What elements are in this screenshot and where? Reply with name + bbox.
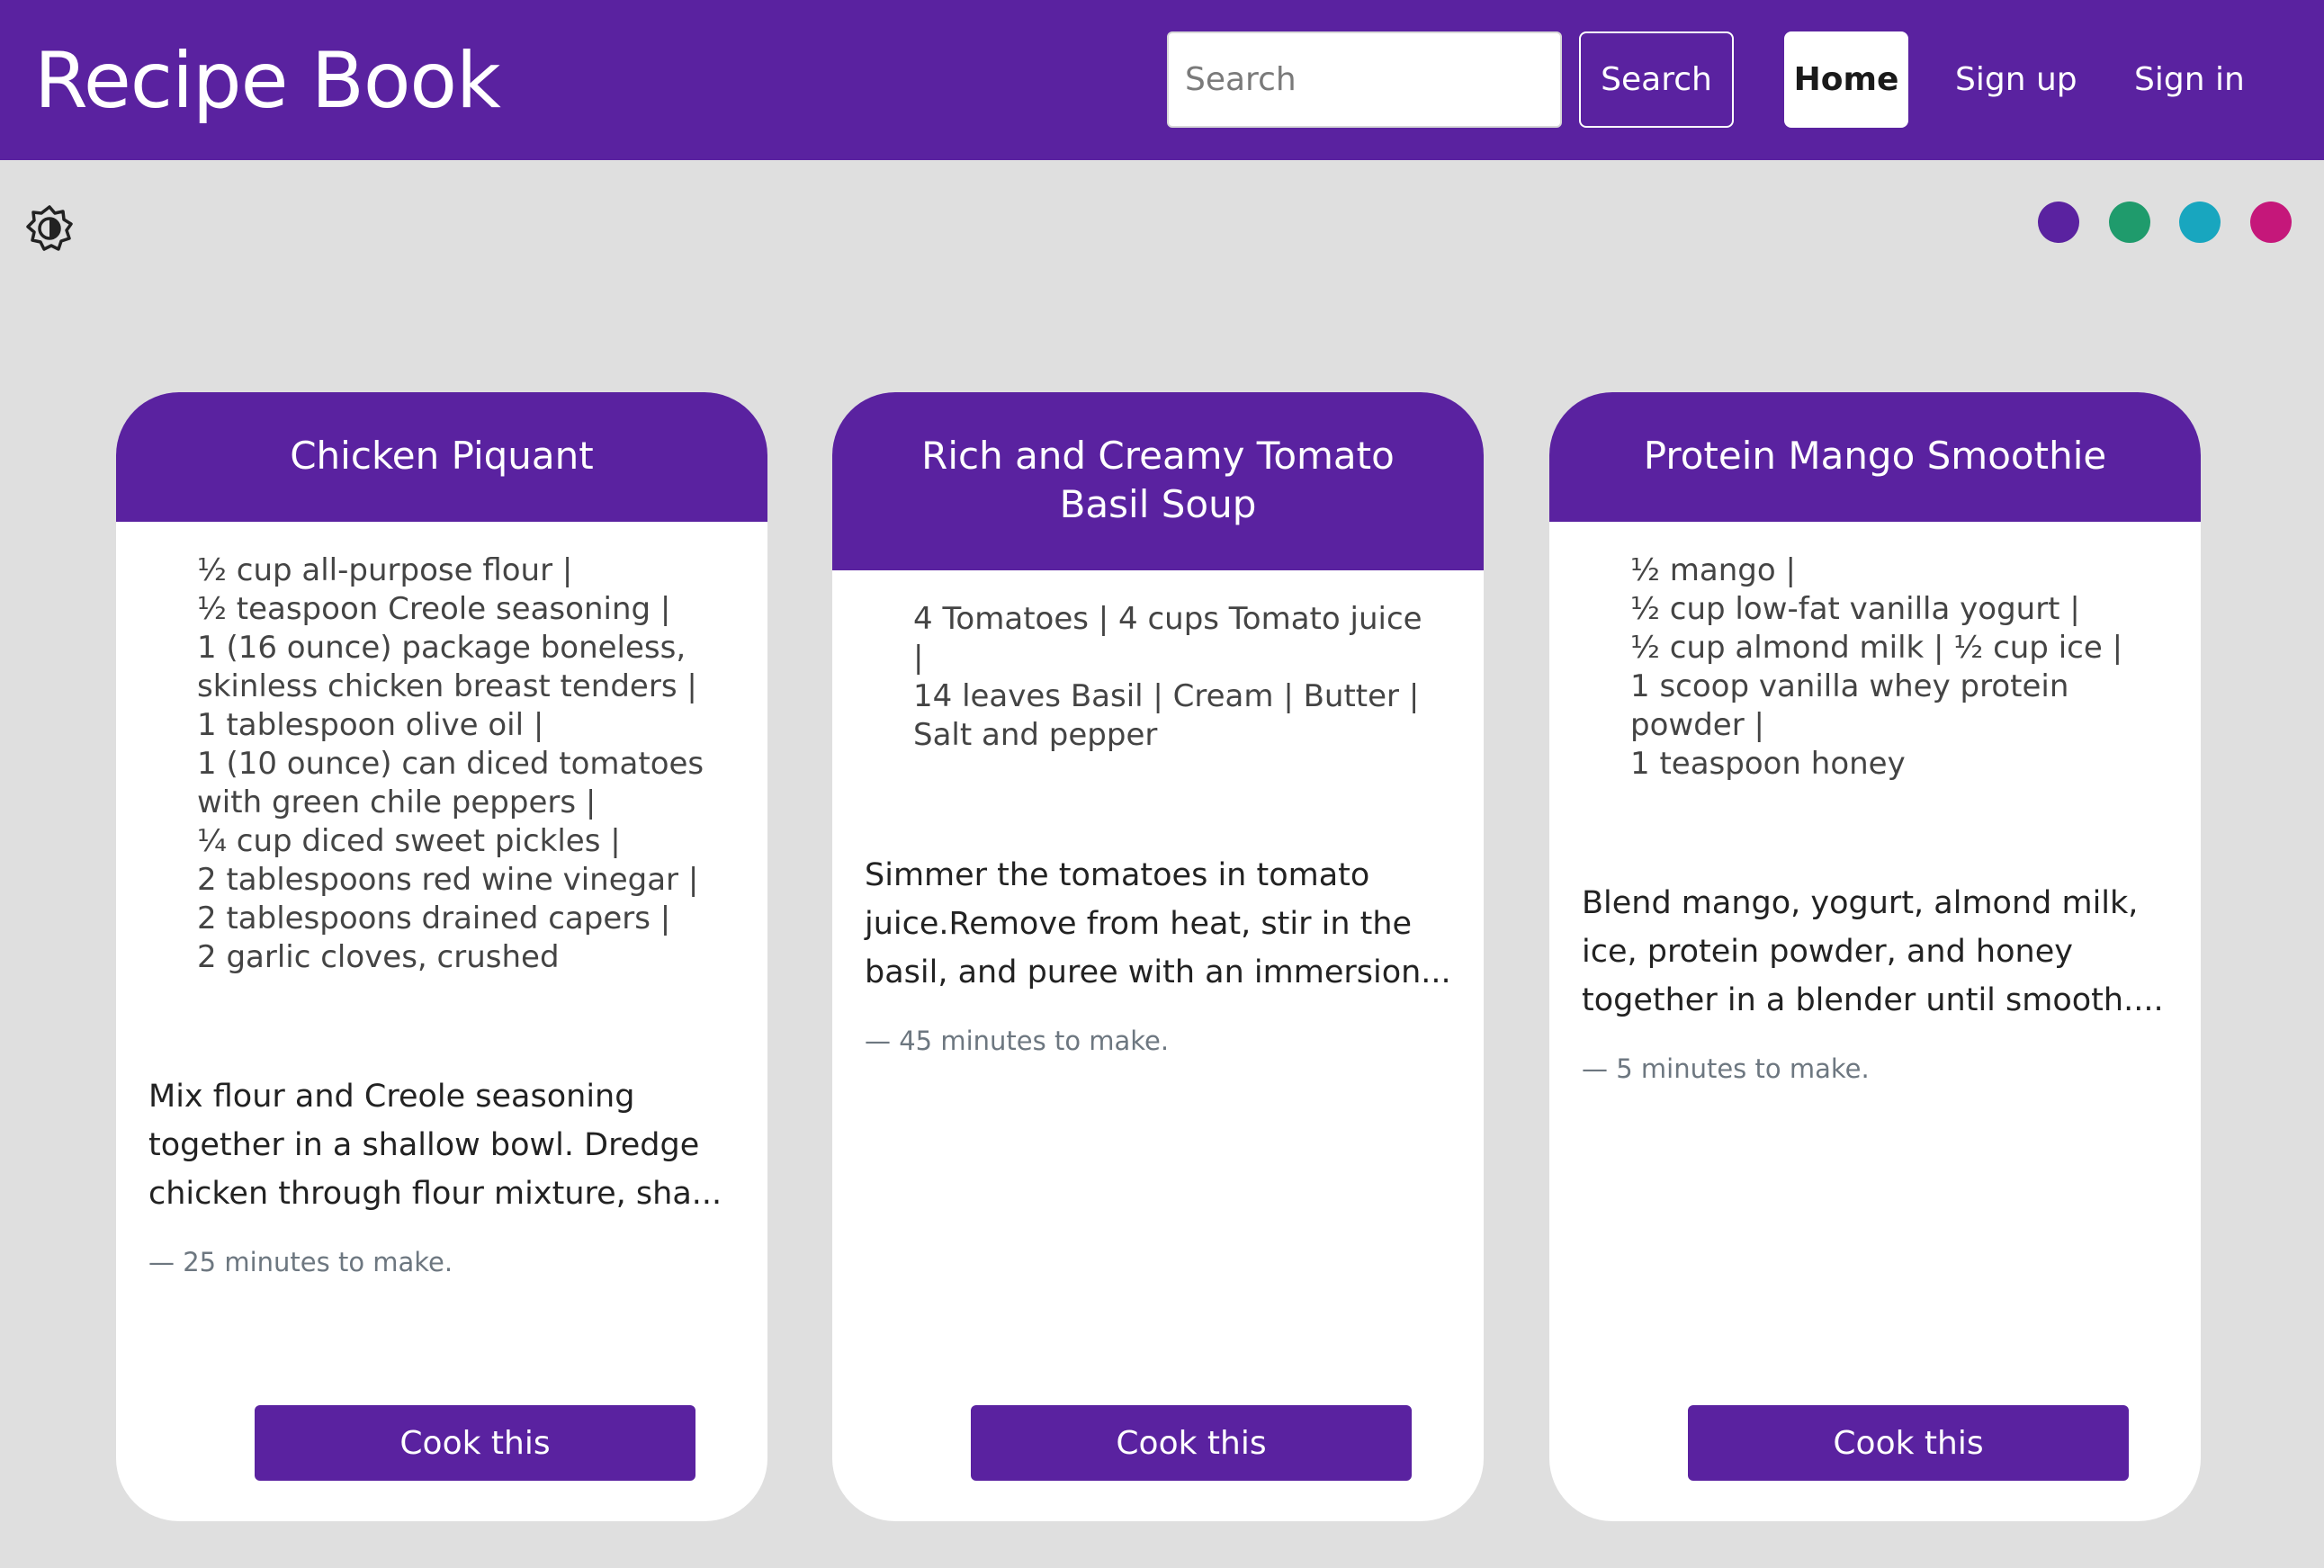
nav-signin-link[interactable]: Sign in: [2134, 31, 2245, 128]
ingredient-line: 1 tablespoon olive oil |: [197, 707, 544, 743]
recipe-card: Protein Mango Smoothie ½ mango | ½ cup l…: [1549, 392, 2201, 1521]
ingredient-line: 1 scoop vanilla whey protein: [1630, 668, 2069, 704]
recipe-title: Rich and Creamy Tomato Basil Soup: [832, 392, 1484, 570]
ingredient-list: 4 Tomatoes | 4 cups Tomato juice | 14 le…: [832, 600, 1484, 755]
ingredient-line: with green chile peppers |: [197, 784, 597, 820]
contrast-icon[interactable]: [26, 205, 73, 252]
ingredient-line: 2 tablespoons drained capers |: [197, 900, 671, 936]
recipe-title: Chicken Piquant: [116, 392, 767, 522]
theme-swatch-green[interactable]: [2109, 202, 2150, 243]
cook-this-button[interactable]: Cook this: [255, 1405, 695, 1481]
cook-this-button[interactable]: Cook this: [971, 1405, 1412, 1481]
ingredient-line: ½ cup almond milk | ½ cup ice |: [1630, 630, 2123, 666]
ingredient-line: 14 leaves Basil | Cream | Butter |: [913, 678, 1420, 714]
ingredient-line: ¼ cup diced sweet pickles |: [197, 823, 621, 859]
recipe-time: — 5 minutes to make.: [1582, 1053, 1870, 1084]
ingredient-line: skinless chicken breast tenders |: [197, 668, 697, 704]
recipe-directions: Mix flour and Creole seasoning together …: [148, 1079, 722, 1212]
contrast-icon-graphic: [26, 205, 73, 251]
theme-swatch-teal[interactable]: [2179, 202, 2221, 243]
nav-signup-link[interactable]: Sign up: [1955, 31, 2077, 128]
ingredient-list: ½ cup all-purpose flour | ½ teaspoon Cre…: [116, 551, 767, 977]
ingredient-line: ½ teaspoon Creole seasoning |: [197, 591, 671, 627]
nav-home-link[interactable]: Home: [1784, 31, 1908, 128]
ingredient-line: ½ cup low-fat vanilla yogurt |: [1630, 591, 2080, 627]
ingredient-line: 1 (10 ounce) can diced tomatoes: [197, 746, 704, 782]
theme-swatch-purple[interactable]: [2038, 202, 2079, 243]
recipe-card: Chicken Piquant ½ cup all-purpose flour …: [116, 392, 767, 1521]
ingredient-line: powder |: [1630, 707, 1764, 743]
recipe-title: Protein Mango Smoothie: [1549, 392, 2201, 522]
ingredient-line: 2 tablespoons red wine vinegar |: [197, 862, 699, 898]
ingredient-line: 1 (16 ounce) package boneless,: [197, 630, 686, 666]
search-input[interactable]: [1167, 31, 1562, 128]
ingredient-line: 2 garlic cloves, crushed: [197, 939, 560, 975]
recipe-card: Rich and Creamy Tomato Basil Soup 4 Toma…: [832, 392, 1484, 1521]
top-navbar: Recipe Book Search Home Sign up Sign in: [0, 0, 2324, 160]
recipe-time: — 25 minutes to make.: [148, 1247, 453, 1277]
search-button[interactable]: Search: [1579, 31, 1734, 128]
ingredient-line: 4 Tomatoes | 4 cups Tomato juice |: [913, 601, 1422, 676]
cook-this-button[interactable]: Cook this: [1688, 1405, 2129, 1481]
recipe-time: — 45 minutes to make.: [865, 1026, 1170, 1056]
recipe-directions: Simmer the tomatoes in tomato juice.Remo…: [865, 857, 1451, 990]
recipe-directions: Blend mango, yogurt, almond milk, ice, p…: [1582, 885, 2164, 1018]
ingredient-line: ½ cup all-purpose flour |: [197, 552, 573, 588]
brand-title[interactable]: Recipe Book: [34, 32, 501, 130]
ingredient-list: ½ mango | ½ cup low-fat vanilla yogurt |…: [1549, 551, 2201, 784]
ingredient-line: 1 teaspoon honey: [1630, 746, 1906, 782]
theme-swatch-pink[interactable]: [2250, 202, 2292, 243]
ingredient-line: ½ mango |: [1630, 552, 1796, 588]
ingredient-line: Salt and pepper: [913, 717, 1158, 753]
